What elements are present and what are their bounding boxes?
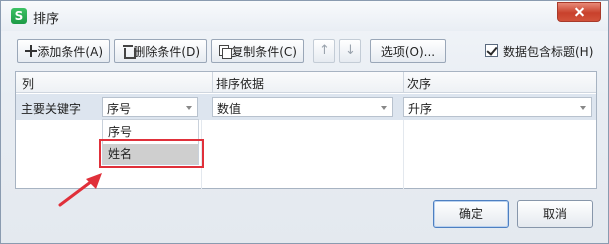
sort-on-select[interactable]: 数值 — [212, 97, 393, 117]
move-up-button[interactable]: ↑ — [313, 39, 335, 63]
dialog-title: 排序 — [33, 12, 60, 27]
ok-button[interactable]: 确定 — [433, 200, 509, 228]
header-order: 次序 — [407, 77, 432, 91]
has-header-checkbox[interactable] — [485, 44, 498, 57]
column-select[interactable]: 序号 — [102, 97, 198, 117]
trash-icon — [121, 44, 137, 59]
move-down-button[interactable]: ↓ — [339, 39, 361, 63]
delete-condition-button[interactable]: 删除条件(D) — [114, 39, 207, 63]
chevron-down-icon — [580, 106, 586, 110]
has-header-label: 数据包含标题(H) — [503, 45, 594, 59]
close-button[interactable] — [557, 2, 601, 22]
order-select[interactable]: 升序 — [403, 97, 592, 117]
chevron-down-icon — [186, 106, 192, 110]
header-divider — [212, 72, 213, 93]
grid-header: 列 排序依据 次序 — [16, 72, 596, 93]
cancel-button[interactable]: 取消 — [517, 200, 593, 228]
app-icon: S — [11, 8, 27, 24]
sort-dialog: S 排序 添加条件(A) 删除条件(D) 复制条件(C) ↑ ↓ 选项(O)..… — [0, 0, 609, 244]
header-sort-on: 排序依据 — [216, 77, 265, 91]
options-button[interactable]: 选项(O)... — [370, 39, 446, 63]
chevron-down-icon — [381, 106, 387, 110]
copy-condition-button[interactable]: 复制条件(C) — [211, 39, 304, 63]
annotation-arrow-icon — [58, 173, 102, 207]
annotation-highlight-box — [99, 139, 204, 168]
title-bar: S 排序 — [1, 1, 608, 31]
header-column: 列 — [22, 77, 35, 91]
arrow-down-icon: ↓ — [345, 43, 356, 58]
column-divider — [403, 120, 404, 190]
header-divider — [403, 72, 404, 93]
arrow-up-icon: ↑ — [319, 43, 330, 58]
plus-icon — [24, 44, 38, 58]
copy-icon — [218, 44, 233, 59]
primary-key-label: 主要关键字 — [21, 102, 82, 116]
add-condition-button[interactable]: 添加条件(A) — [17, 39, 110, 63]
